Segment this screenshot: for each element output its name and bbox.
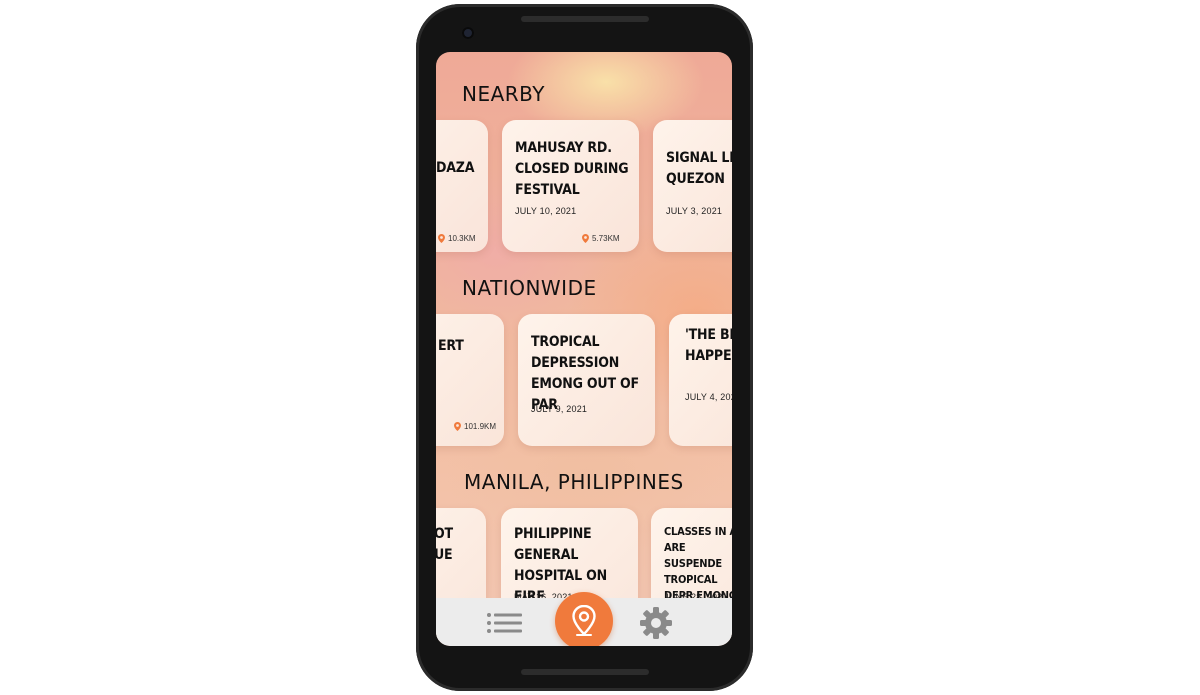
section-title-nationwide: NATIONWIDE (462, 276, 597, 300)
section-title-manila: MANILA, PHILIPPINES (464, 470, 684, 494)
bottom-nav-bar (436, 592, 732, 646)
phone-frame: NEARBY DAZA 10.3KM MAHUSAY RD. CLOSED DU… (416, 4, 753, 691)
location-pin-icon (572, 605, 596, 636)
list-view-button[interactable] (486, 612, 524, 634)
gear-icon (640, 607, 672, 639)
card-headline: ERT (438, 338, 464, 354)
card-distance-text: 10.3KM (448, 234, 476, 243)
nearby-card-row[interactable]: DAZA 10.3KM MAHUSAY RD. CLOSED DURING FE… (436, 120, 732, 260)
settings-button[interactable] (639, 606, 673, 640)
bottom-speaker (521, 669, 649, 675)
pin-icon (454, 422, 461, 431)
card-headline: MAHUSAY RD. CLOSED DURING FESTIVAL (515, 140, 629, 198)
card-date: JULY 4, 202 (685, 392, 732, 402)
app-screen: NEARBY DAZA 10.3KM MAHUSAY RD. CLOSED DU… (436, 52, 732, 646)
news-card[interactable]: MAHUSAY RD. CLOSED DURING FESTIVAL JULY … (502, 120, 639, 252)
top-speaker (521, 16, 649, 22)
nationwide-card-row[interactable]: ERT 101.9KM TROPICAL DEPRESSION EMONG OU… (436, 314, 732, 454)
map-location-button[interactable] (555, 592, 613, 646)
pin-icon (582, 234, 589, 243)
card-distance-text: 5.73KM (592, 234, 620, 243)
front-camera (462, 27, 474, 39)
section-title-nearby: NEARBY (462, 82, 546, 106)
card-date: JULY 9, 2021 (531, 404, 588, 414)
card-date: JULY 10, 2021 (515, 206, 577, 216)
card-headline: 'THE BIG EARTHQ HAPPEN (685, 327, 732, 364)
news-card[interactable]: ERT 101.9KM (436, 314, 504, 446)
card-headline: SIGNAL LEV IN QUEZON (666, 150, 732, 187)
card-headline: DAZA (436, 160, 475, 176)
card-distance: 10.3KM (438, 234, 476, 243)
list-icon (487, 613, 522, 633)
card-distance-text: 101.9KM (464, 422, 497, 431)
pin-icon (438, 234, 445, 243)
news-card[interactable]: 'THE BIG EARTHQ HAPPEN JULY 4, 202 (669, 314, 732, 446)
card-headline: OT UE (436, 526, 453, 563)
card-date: JULY 3, 2021 (666, 206, 723, 216)
news-card[interactable]: SIGNAL LEV IN QUEZON JULY 3, 2021 (653, 120, 732, 252)
news-card[interactable]: TROPICAL DEPRESSION EMONG OUT OF PAR JUL… (518, 314, 655, 446)
news-card[interactable]: DAZA 10.3KM (436, 120, 488, 252)
card-distance: 101.9KM (454, 422, 496, 431)
card-distance: 5.73KM (582, 234, 620, 243)
